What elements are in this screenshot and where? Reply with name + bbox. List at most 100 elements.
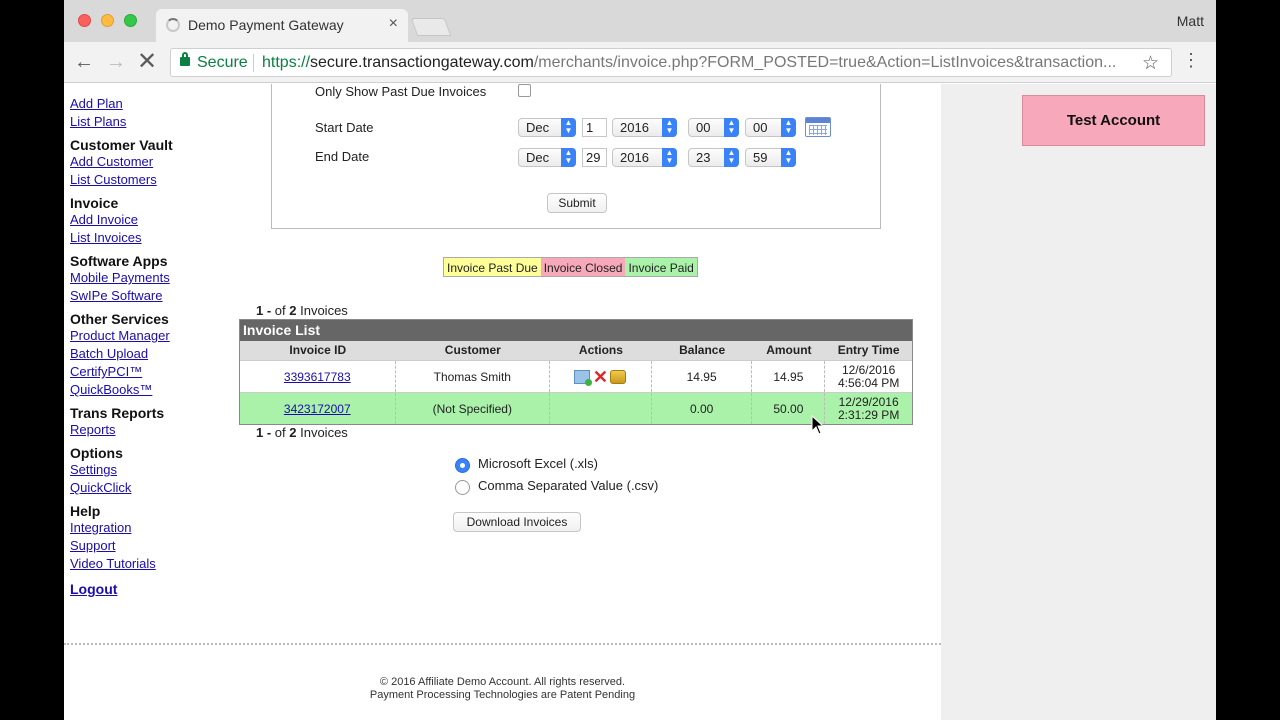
sidebar-link-product-manager[interactable]: Product Manager <box>70 328 170 343</box>
count-suffix: Invoices <box>296 425 348 440</box>
address-bar[interactable]: Secure https://secure.transactiongateway… <box>170 48 1172 77</box>
select-arrows-icon: ▲ ▼ <box>781 148 796 167</box>
browser-menu-icon[interactable]: ⋮ <box>1182 50 1200 70</box>
window-close-button[interactable] <box>78 14 91 27</box>
invoice-table: Invoice List Invoice ID Customer Actions… <box>239 319 913 425</box>
csv-radio[interactable] <box>455 480 470 495</box>
entry-clock: 2:31:29 PM <box>837 407 900 422</box>
window-minimize-button[interactable] <box>101 14 114 27</box>
count-of: of <box>274 303 290 318</box>
tab-title: Demo Payment Gateway <box>188 17 344 33</box>
column-header-entry-time[interactable]: Entry Time <box>825 341 912 360</box>
right-panel: Test Account <box>941 84 1216 720</box>
end-day-input[interactable]: 29 <box>582 148 607 167</box>
excel-radio[interactable] <box>455 458 470 473</box>
browser-window: Demo Payment Gateway × Matt ← → ✕ Secure… <box>64 0 1216 720</box>
invoice-filter-panel: Only Show Past Due Invoices Start Date D… <box>271 84 881 229</box>
window-maximize-button[interactable] <box>124 14 137 27</box>
invoice-id-link[interactable]: 3393617783 <box>284 370 351 384</box>
url-scheme: https:// <box>262 54 311 71</box>
column-header-customer[interactable]: Customer <box>396 341 551 360</box>
select-arrows-icon: ▲ ▼ <box>561 148 576 167</box>
sidebar-link-certifypci[interactable]: CertifyPCI™ <box>70 364 142 379</box>
actions-cell: ✕ <box>550 361 652 392</box>
profile-name[interactable]: Matt <box>1177 13 1204 29</box>
calendar-icon[interactable] <box>805 117 831 137</box>
footer: © 2016 Affiliate Demo Account. All right… <box>64 676 941 702</box>
status-legend: Invoice Past Due Invoice Closed Invoice … <box>443 257 698 277</box>
back-arrow-icon[interactable]: ← <box>72 50 96 74</box>
entry-time-cell: 12/29/2016 2:31:29 PM <box>825 393 912 424</box>
column-header-invoice-id[interactable]: Invoice ID <box>240 341 396 360</box>
start-month-select[interactable]: Dec ▲ ▼ <box>518 118 576 137</box>
result-count-bottom: 1 - of 2 Invoices <box>256 425 348 440</box>
invoice-id-cell: 3393617783 <box>240 361 396 392</box>
select-arrows-icon: ▲ ▼ <box>561 118 576 137</box>
sidebar-link-batch-upload[interactable]: Batch Upload <box>70 346 148 361</box>
invoice-id-link[interactable]: 3423172007 <box>284 402 351 416</box>
browser-tab[interactable]: Demo Payment Gateway × <box>156 9 408 42</box>
select-arrows-icon: ▲ ▼ <box>724 118 739 137</box>
select-arrows-icon: ▲ ▼ <box>662 118 677 137</box>
sidebar-link-list-customers[interactable]: List Customers <box>70 172 157 187</box>
url-path: /merchants/invoice.php?FORM_POSTED=true&… <box>533 54 1117 71</box>
sidebar-link-swipe-software[interactable]: SwIPe Software <box>70 288 163 303</box>
sidebar-link-add-plan[interactable]: Add Plan <box>70 96 123 111</box>
legend-closed: Invoice Closed <box>540 258 626 276</box>
sidebar-link-video-tutorials[interactable]: Video Tutorials <box>70 556 156 571</box>
start-year-select[interactable]: 2016 ▲ ▼ <box>612 118 677 137</box>
new-tab-button[interactable] <box>410 18 452 36</box>
legend-past-due: Invoice Past Due <box>444 258 541 276</box>
payment-coins-icon[interactable] <box>610 369 627 384</box>
end-month-select[interactable]: Dec ▲ ▼ <box>518 148 576 167</box>
table-title: Invoice List <box>240 320 912 341</box>
sidebar-link-quickbooks[interactable]: QuickBooks™ <box>70 382 152 397</box>
start-day-input[interactable]: 1 <box>582 118 607 137</box>
start-month-value: Dec <box>526 120 550 135</box>
download-invoices-button[interactable]: Download Invoices <box>453 512 581 532</box>
forward-arrow-icon[interactable]: → <box>104 50 128 74</box>
column-header-balance[interactable]: Balance <box>652 341 753 360</box>
sidebar-section-other-services: Other Services <box>70 311 169 327</box>
stop-loading-icon[interactable]: ✕ <box>135 50 159 74</box>
sidebar-link-quickclick[interactable]: QuickClick <box>70 480 131 495</box>
end-minute-select[interactable]: 59 ▲ ▼ <box>745 148 796 167</box>
start-minute-select[interactable]: 00 ▲ ▼ <box>745 118 796 137</box>
sidebar-link-support[interactable]: Support <box>70 538 116 553</box>
excel-label[interactable]: Microsoft Excel (.xls) <box>478 456 598 471</box>
count-sep: - <box>263 303 275 318</box>
column-header-amount[interactable]: Amount <box>752 341 825 360</box>
sidebar-link-integration[interactable]: Integration <box>70 520 131 535</box>
count-total: 2 <box>289 425 297 440</box>
past-due-checkbox[interactable] <box>518 84 531 97</box>
start-hour-select[interactable]: 00 ▲ ▼ <box>688 118 739 137</box>
delete-icon[interactable]: ✕ <box>592 368 608 386</box>
email-invoice-icon[interactable] <box>574 369 593 386</box>
sidebar-link-reports[interactable]: Reports <box>70 422 116 437</box>
sidebar-link-add-invoice[interactable]: Add Invoice <box>70 212 138 227</box>
test-account-badge: Test Account <box>1022 95 1205 146</box>
count-sep: - <box>263 425 275 440</box>
sidebar-link-settings[interactable]: Settings <box>70 462 117 477</box>
bookmark-star-icon[interactable]: ☆ <box>1142 52 1159 75</box>
sidebar-link-list-invoices[interactable]: List Invoices <box>70 230 142 245</box>
sidebar-link-list-plans[interactable]: List Plans <box>70 114 126 129</box>
csv-label[interactable]: Comma Separated Value (.csv) <box>478 478 658 493</box>
url-text[interactable]: https://secure.transactiongateway.com/me… <box>262 54 1142 72</box>
table-row: 3393617783 Thomas Smith ✕ 14.95 14.95 12… <box>240 360 912 392</box>
end-hour-select[interactable]: 23 ▲ ▼ <box>688 148 739 167</box>
sidebar-link-mobile-payments[interactable]: Mobile Payments <box>70 270 170 285</box>
invoice-id-cell: 3423172007 <box>240 393 396 424</box>
patent-text: Payment Processing Technologies are Pate… <box>369 689 636 701</box>
footer-divider <box>64 643 941 645</box>
end-hour-value: 23 <box>696 150 711 165</box>
tab-close-icon[interactable]: × <box>389 15 398 33</box>
end-date-label: End Date <box>315 149 370 164</box>
submit-button[interactable]: Submit <box>547 193 607 213</box>
count-suffix: Invoices <box>296 303 348 318</box>
balance-cell: 0.00 <box>652 393 753 424</box>
logout-link[interactable]: Logout <box>70 581 117 597</box>
end-year-select[interactable]: 2016 ▲ ▼ <box>612 148 677 167</box>
sidebar-section-options: Options <box>70 445 123 461</box>
sidebar-link-add-customer[interactable]: Add Customer <box>70 154 153 169</box>
